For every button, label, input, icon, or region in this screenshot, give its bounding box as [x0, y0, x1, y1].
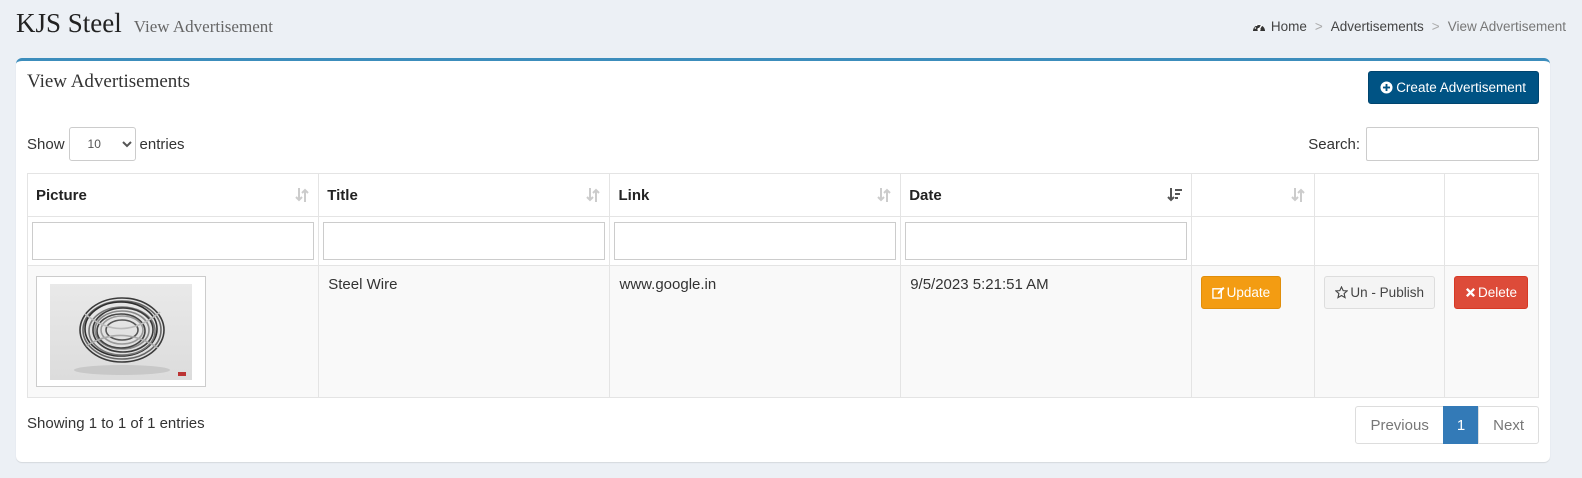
sort-icon — [1290, 187, 1306, 203]
unpublish-button[interactable]: Un - Publish — [1324, 276, 1435, 309]
picture-cell — [26, 265, 320, 398]
brand-title: KJS Steel — [16, 8, 122, 38]
breadcrumb-current: View Advertisement — [1447, 19, 1566, 34]
link-cell: www.google.in — [609, 265, 902, 398]
entries-length-control: Show 10 entries — [27, 127, 185, 161]
breadcrumb: Home > Advertisements > View Advertiseme… — [1252, 19, 1566, 34]
page-subtitle: View Advertisement — [133, 17, 273, 36]
table-row: Steel Wire www.google.in 9/5/2023 5:21:5… — [26, 265, 1540, 398]
breadcrumb-separator: > — [1431, 19, 1440, 34]
filter-cell — [900, 216, 1192, 266]
search-input[interactable] — [1366, 127, 1539, 161]
show-label: Show — [27, 135, 65, 153]
advertisements-table: Picture Title Link Date Steel Wire www.g… — [26, 173, 1540, 398]
entries-label: entries — [139, 135, 185, 153]
title-cell: Steel Wire — [318, 265, 611, 398]
filter-cell — [609, 216, 902, 266]
dashboard-icon — [1252, 22, 1265, 31]
column-header-picture[interactable]: Picture — [26, 173, 320, 217]
column-header-date[interactable]: Date — [900, 173, 1192, 217]
column-header-link[interactable]: Link — [609, 173, 902, 217]
times-icon — [1465, 287, 1475, 298]
delete-cell: Delete — [1443, 265, 1540, 398]
search-label: Search: — [1308, 135, 1360, 153]
filter-cell — [1443, 216, 1540, 266]
breadcrumb-separator: > — [1314, 19, 1323, 34]
edit-icon — [1211, 286, 1225, 299]
column-header-label: Link — [618, 186, 650, 204]
star-outline-icon — [1335, 286, 1349, 299]
search-control: Search: — [1308, 127, 1539, 161]
advertisement-thumbnail — [36, 276, 206, 387]
date-cell: 9/5/2023 5:21:51 AM — [900, 265, 1192, 398]
breadcrumb-advertisements[interactable]: Advertisements — [1331, 19, 1424, 34]
create-advertisement-label: Create Advertisement — [1396, 80, 1526, 95]
link-filter-input[interactable] — [614, 222, 897, 260]
date-filter-input[interactable] — [905, 222, 1187, 260]
column-header-update[interactable] — [1190, 173, 1316, 217]
filter-cell — [318, 216, 611, 266]
column-header-title[interactable]: Title — [318, 173, 611, 217]
breadcrumb-home[interactable]: Home — [1252, 19, 1307, 34]
column-header-publish — [1314, 173, 1445, 217]
filter-cell — [1314, 216, 1445, 266]
steel-wire-coil-image — [50, 284, 192, 380]
delete-button[interactable]: Delete — [1453, 276, 1528, 309]
page-1-button[interactable]: 1 — [1442, 406, 1480, 444]
publish-cell: Un - Publish — [1314, 265, 1445, 398]
sort-descending-icon — [1166, 187, 1183, 203]
table-header-row: Picture Title Link Date — [26, 173, 1540, 217]
column-header-label: Picture — [36, 186, 87, 204]
sort-icon — [585, 187, 601, 203]
advertisements-box: View Advertisements Create Advertisement… — [16, 58, 1550, 462]
entries-per-page-select[interactable]: 10 — [68, 127, 136, 161]
next-page-button[interactable]: Next — [1478, 406, 1539, 444]
filter-cell — [26, 216, 320, 266]
sort-icon — [294, 187, 310, 203]
delete-label: Delete — [1477, 285, 1517, 300]
title-filter-input[interactable] — [323, 222, 606, 260]
filter-cell — [1190, 216, 1316, 266]
filter-row — [26, 216, 1540, 266]
column-header-label: Title — [327, 186, 358, 204]
sort-icon — [876, 187, 892, 203]
update-label: Update — [1226, 285, 1271, 300]
update-cell: Update — [1190, 265, 1316, 398]
update-button[interactable]: Update — [1200, 276, 1282, 309]
table-info: Showing 1 to 1 of 1 entries — [27, 415, 205, 432]
page-header: KJS Steel View Advertisement — [16, 8, 273, 39]
unpublish-label: Un - Publish — [1350, 285, 1424, 300]
picture-filter-input[interactable] — [32, 222, 315, 260]
create-advertisement-button[interactable]: Create Advertisement — [1368, 71, 1539, 104]
column-header-delete — [1443, 173, 1540, 217]
plus-circle-icon — [1380, 81, 1393, 94]
pagination: Previous 1 Next — [1355, 406, 1539, 444]
breadcrumb-home-label: Home — [1270, 19, 1307, 34]
previous-page-button[interactable]: Previous — [1355, 406, 1444, 444]
column-header-label: Date — [909, 186, 942, 204]
box-title: View Advertisements — [27, 71, 190, 92]
